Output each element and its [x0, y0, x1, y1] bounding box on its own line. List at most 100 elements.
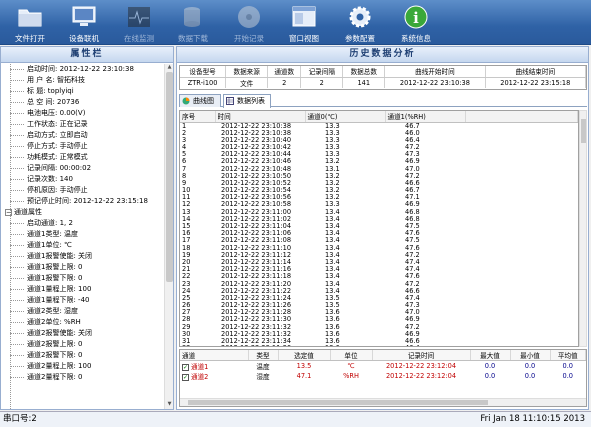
- tab-data-list[interactable]: 数据列表: [223, 94, 271, 108]
- channel-column-header[interactable]: 通道: [180, 350, 249, 361]
- table-cell-filler: [465, 194, 578, 201]
- property-row: 通道1量程下限: -40: [1, 295, 164, 306]
- channel-cell: 0.0: [550, 371, 586, 381]
- table-cell: 13.4: [325, 207, 340, 216]
- property-text: 工作状态: 正在记录: [27, 120, 88, 128]
- property-row: 记录间隔: 00:00:02: [1, 163, 164, 174]
- data-list-scrollbar[interactable]: [579, 110, 587, 347]
- channel-checkbox[interactable]: ✓: [182, 363, 189, 371]
- table-cell: 13.3: [325, 200, 340, 209]
- table-cell-filler: [465, 266, 578, 273]
- property-panel: 属性栏 启动时间: 2012-12-22 23:10:38 用 户 名: 智拓科技…: [0, 46, 174, 410]
- tab-chart[interactable]: 曲线图: [179, 94, 221, 107]
- history-analysis-panel: 历史数据分析 设备型号 数据来源 通道数 记录间隔 数据总数 曲线开始时间 曲线结束时间 ZT…: [176, 46, 589, 410]
- table-row[interactable]: 322012-12-22 23:11:3613.646.4: [180, 345, 578, 346]
- channel-value: 13.5: [296, 362, 312, 370]
- channel-max: 0.0: [484, 372, 496, 380]
- property-row: 通道1报警使能: 关闭: [1, 251, 164, 262]
- property-row: 电池电压: 0.00(V): [1, 108, 164, 119]
- table-cell-filler: [465, 309, 578, 316]
- channel-column-header[interactable]: 单位: [330, 350, 373, 361]
- table-cell: 47.4: [405, 265, 420, 274]
- property-row: 工作状态: 正在记录: [1, 119, 164, 130]
- table-cell-filler: [465, 273, 578, 280]
- scroll-down-icon[interactable]: ▼: [165, 401, 174, 409]
- channel-column-header[interactable]: 最小值: [510, 350, 551, 361]
- channel-checkbox[interactable]: ✓: [182, 373, 189, 381]
- scrollbar-thumb[interactable]: [581, 119, 586, 143]
- channel-cell: 温度: [248, 361, 278, 371]
- column-header[interactable]: 时间: [215, 111, 306, 123]
- table-cell-filler: [465, 201, 578, 208]
- list-tab-icon: [226, 97, 234, 105]
- toolbar-button-7[interactable]: 参数配置: [334, 2, 386, 44]
- column-header[interactable]: 通道1(%RH): [385, 111, 466, 123]
- scrollbar-thumb[interactable]: [188, 400, 488, 405]
- toolbar-button-label: 设备联机: [69, 34, 99, 43]
- data-list-table[interactable]: 序号 时间 通道0(℃) 通道1(%RH) 1 2012-12-22 23:10:38 13…: [179, 110, 579, 347]
- status-bar: 串口号:2 Fri Jan 18 11:10:15 2013: [0, 411, 591, 427]
- table-cell-filler: [465, 288, 578, 295]
- channel-time: 2012-12-22 23:12:04: [385, 372, 457, 380]
- column-header[interactable]: 序号: [180, 111, 216, 123]
- channel-column-header[interactable]: 最大值: [470, 350, 511, 361]
- channel-column-header[interactable]: 记录时间: [372, 350, 471, 361]
- tree-group-header[interactable]: − 通道属性: [1, 207, 164, 218]
- toolbar-button-6[interactable]: 窗口视图: [278, 2, 330, 44]
- toolbar-button-2[interactable]: 设备联机: [58, 2, 110, 44]
- toolbar-button-4[interactable]: 数据下载: [167, 2, 219, 44]
- channel-type: 温度: [256, 363, 270, 371]
- table-cell-filler: [465, 165, 578, 172]
- table-cell: 13.1: [325, 164, 340, 173]
- table-cell: 46.6: [405, 286, 420, 295]
- table-cell: 13.2: [325, 193, 340, 202]
- table-cell-filler: [465, 324, 578, 331]
- channel-row[interactable]: ✓ 通道1 温度 13.5 ℃ 2012-12-22 23:12:04 0.0 0.0 0.0: [180, 361, 586, 372]
- property-row: 通道1类型: 温度: [1, 229, 164, 240]
- toolbar-button-1[interactable]: 文件打开: [4, 2, 56, 44]
- property-panel-title: 属性栏: [1, 47, 173, 63]
- property-text: 停止方式: 手动停止: [27, 142, 88, 150]
- property-text: 电池电压: 0.00(V): [27, 109, 86, 117]
- table-cell: 13.6: [305, 345, 385, 346]
- toolbar-button-label: 窗口视图: [289, 34, 319, 43]
- table-cell: 13.5: [325, 293, 340, 302]
- table-cell: 13.3: [325, 150, 340, 159]
- table-cell: 46.7: [405, 121, 420, 130]
- column-header[interactable]: 通道0(℃): [305, 111, 386, 123]
- property-text: 通道2单位: %RH: [27, 318, 81, 326]
- property-scrollbar[interactable]: ▲ ▼: [164, 64, 173, 409]
- channel-column-header[interactable]: 类型: [248, 350, 279, 361]
- channel-unit: ℃: [347, 362, 355, 370]
- toolbar-button-label: 在线监测: [124, 34, 154, 43]
- channel-cell: %RH: [330, 371, 372, 381]
- property-text: 通道2报警上限: 0: [27, 340, 83, 348]
- toolbar-button-5[interactable]: 开始记录: [223, 2, 275, 44]
- table-cell-filler: [465, 338, 578, 345]
- channel-summary-scrollbar[interactable]: [180, 398, 586, 406]
- info-value: 文件: [225, 77, 269, 88]
- property-row: 记录次数: 140: [1, 174, 164, 185]
- property-text: 通道1报警使能: 关闭: [27, 252, 93, 260]
- toolbar-button-label: 数据下载: [178, 34, 208, 43]
- table-cell-filler: [465, 302, 578, 309]
- channel-cell: 0.0: [510, 361, 550, 372]
- scrollbar-thumb[interactable]: [166, 72, 173, 282]
- info-header: 记录间隔: [300, 66, 344, 78]
- table-cell-filler: [465, 122, 578, 130]
- table-cell: 47.2: [405, 250, 420, 259]
- toolbar-button-8[interactable]: i 系统信息: [390, 2, 442, 44]
- table-cell: 46.8: [405, 214, 420, 223]
- channel-column-header[interactable]: 选定值: [278, 350, 331, 361]
- channel-cell: ✓ 通道1: [180, 361, 248, 371]
- channel-row[interactable]: ✓ 通道2 湿度 47.1 %RH 2012-12-22 23:12:04 0.0 0.0 0.…: [180, 371, 586, 381]
- collapse-icon[interactable]: −: [5, 208, 12, 216]
- channel-column-header[interactable]: 平均值: [550, 350, 586, 361]
- property-text: 启动通道: 1, 2: [27, 219, 73, 227]
- toolbar-button-3[interactable]: 在线监测: [113, 2, 165, 44]
- info-header: 曲线开始时间: [384, 66, 486, 78]
- scroll-up-icon[interactable]: ▲: [165, 64, 174, 72]
- table-cell-filler: [465, 295, 578, 302]
- window-view-icon: [291, 4, 317, 30]
- property-tree[interactable]: 启动时间: 2012-12-22 23:10:38 用 户 名: 智拓科技标 题:…: [1, 64, 164, 409]
